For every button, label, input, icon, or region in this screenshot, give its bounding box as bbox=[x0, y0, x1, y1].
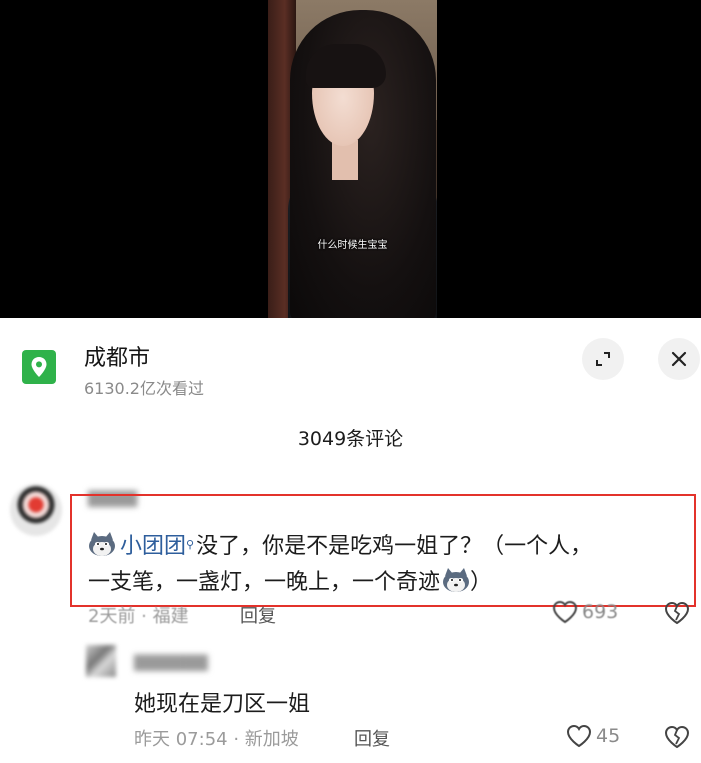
video-subtitle: 什么时候生宝宝 bbox=[317, 240, 388, 251]
avatar[interactable] bbox=[86, 645, 116, 677]
comment-text-line-1: 小团团 ⚲ 没了，你是不是吃鸡一姐了？（一个人， bbox=[88, 528, 592, 560]
location-pin-icon bbox=[22, 350, 56, 384]
broken-heart-icon bbox=[664, 601, 690, 625]
comment-text-line-2: 一支笔，一盏灯，一晚上，一个奇迹 ） bbox=[88, 564, 492, 596]
comment-meta: 昨天 07:54 · 新加坡 bbox=[134, 729, 299, 750]
dislike-button[interactable] bbox=[664, 725, 690, 753]
broken-heart-icon bbox=[664, 725, 690, 749]
mention-link[interactable]: 小团团 bbox=[120, 528, 186, 560]
expand-button[interactable] bbox=[582, 338, 624, 380]
comment-count: 3049条评论 bbox=[297, 428, 404, 450]
close-button[interactable] bbox=[658, 338, 700, 380]
commenter-name-blurred[interactable]: ▇▇▇▇▇▇ bbox=[134, 652, 208, 671]
comment-meta: 2天前 · 福建 bbox=[88, 606, 189, 627]
video-frame[interactable]: 什么时候生宝宝 bbox=[268, 0, 437, 318]
dislike-button[interactable] bbox=[664, 601, 690, 629]
close-icon bbox=[671, 351, 687, 367]
avatar[interactable] bbox=[10, 484, 62, 536]
like-button[interactable]: 693 bbox=[552, 600, 618, 624]
like-count: 693 bbox=[582, 601, 619, 623]
comment-text: 一支笔，一盏灯，一晚上，一个奇迹 bbox=[88, 570, 441, 595]
video-person-neck bbox=[332, 140, 358, 180]
location-title[interactable]: 成都市 bbox=[84, 340, 150, 372]
search-icon[interactable]: ⚲ bbox=[186, 538, 194, 551]
like-count: 45 bbox=[596, 725, 621, 747]
heart-icon bbox=[552, 600, 578, 624]
husky-emoji-icon bbox=[443, 568, 470, 592]
video-person-bangs bbox=[306, 44, 386, 88]
heart-icon bbox=[566, 724, 592, 748]
comment-text: 没了，你是不是吃鸡一姐了？（一个人， bbox=[196, 534, 593, 559]
comment-text: 她现在是刀区一姐 bbox=[134, 692, 311, 717]
location-view-count: 6130.2亿次看过 bbox=[84, 379, 204, 398]
video-player[interactable]: 什么时候生宝宝 bbox=[0, 0, 701, 318]
reply-button[interactable]: 回复 bbox=[354, 725, 390, 751]
reply-button[interactable]: 回复 bbox=[240, 602, 276, 628]
like-button[interactable]: 45 bbox=[566, 724, 620, 748]
comment-text-end: ） bbox=[470, 570, 493, 595]
husky-emoji-icon bbox=[89, 532, 115, 556]
expand-icon bbox=[596, 352, 610, 366]
